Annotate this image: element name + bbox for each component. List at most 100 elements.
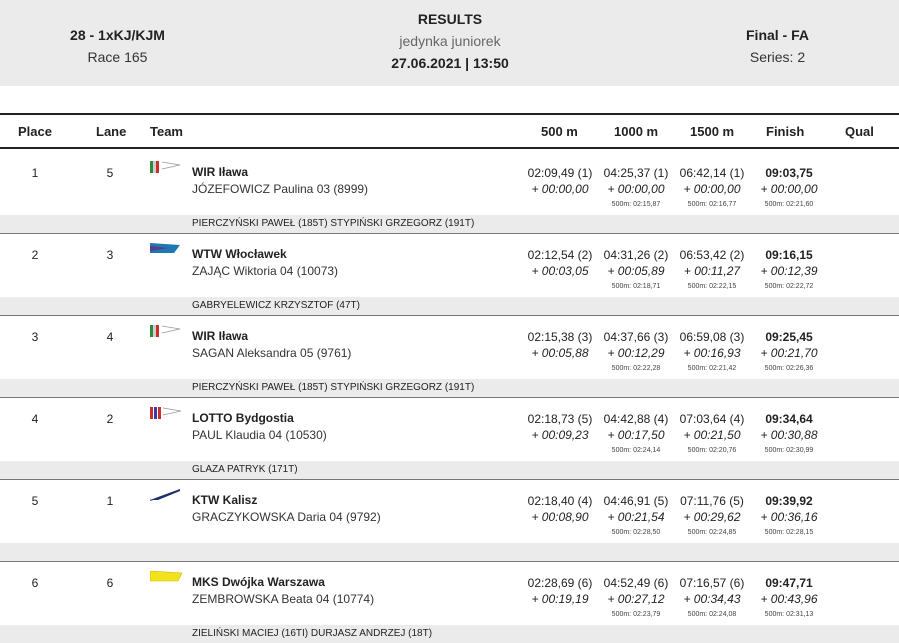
split-pace: 500m: 02:22,28 (611, 365, 661, 372)
split-500m: 02:18,73 (5) + 00:09,23 (521, 396, 599, 443)
coach-row: ZIELIŃSKI MACIEJ (16TI) DURJASZ ANDRZEJ … (0, 625, 899, 643)
split-1500m: 06:53,42 (2) + 00:11,27 500m: 02:22,15 (673, 232, 751, 293)
results-title-block: RESULTS jedynka juniorek 27.06.2021 | 13… (330, 8, 570, 74)
club-flag-icon (150, 488, 184, 501)
club-flag-icon (150, 160, 184, 173)
split-diff: + 00:21,50 (683, 428, 741, 442)
split-1500m: 07:03,64 (4) + 00:21,50 500m: 02:20,76 (673, 396, 751, 457)
split-diff: + 00:30,88 (760, 428, 818, 442)
coach-row: GLAZA PATRYK (171T) (0, 461, 899, 479)
split-time: 02:12,54 (2) (527, 248, 593, 262)
split-time: 09:39,92 (765, 494, 813, 508)
split-finish: 09:39,92 + 00:36,16 500m: 02:28,15 (750, 478, 828, 539)
split-time: 02:09,49 (1) (527, 166, 593, 180)
split-finish: 09:03,75 + 00:00,00 500m: 02:21,60 (750, 150, 828, 211)
lane-value: 5 (106, 166, 114, 180)
team-name: LOTTO Bydgostia (192, 411, 294, 425)
split-500m: 02:15,38 (3) + 00:05,88 (521, 314, 599, 361)
split-1500m: 06:42,14 (1) + 00:00,00 500m: 02:16,77 (673, 150, 751, 211)
team-name: MKS Dwójka Warszawa (192, 575, 325, 589)
split-time: 09:03,75 (765, 166, 813, 180)
split-pace: 500m: 02:23,79 (611, 611, 661, 618)
coach-names: GABRYELEWICZ KRZYSZTOF (47T) (192, 300, 360, 311)
coach-row: PIERCZYŃSKI PAWEŁ (185T) STYPIŃSKI GRZEG… (0, 379, 899, 397)
split-1500m: 07:16,57 (6) + 00:34,43 500m: 02:24,08 (673, 560, 751, 621)
split-diff: + 00:00,00 (683, 182, 741, 196)
place-value: 5 (31, 494, 39, 508)
split-diff: + 00:08,90 (531, 510, 589, 524)
split-500m: 02:12,54 (2) + 00:03,05 (521, 232, 599, 279)
col-1500m: 1500 m (690, 124, 735, 139)
col-lane: Lane (96, 124, 127, 139)
split-pace: 500m: 02:30,99 (764, 447, 814, 454)
page-title: RESULTS (417, 11, 483, 27)
place-value: 3 (31, 330, 39, 344)
col-finish: Finish (766, 124, 805, 139)
split-pace: 500m: 02:24,08 (687, 611, 737, 618)
split-diff: + 00:12,29 (607, 346, 665, 360)
split-time: 02:18,73 (5) (527, 412, 593, 426)
col-500m: 500 m (541, 124, 578, 139)
header-bottom-rule (0, 147, 899, 149)
split-diff: + 00:00,00 (760, 182, 818, 196)
race-code: 28 - 1xKJ/KJM (70, 27, 165, 43)
coach-names: ZIELIŃSKI MACIEJ (16TI) DURJASZ ANDRZEJ … (192, 628, 433, 639)
split-1000m: 04:46,91 (5) + 00:21,54 500m: 02:28,50 (597, 478, 675, 539)
split-time: 04:37,66 (3) (603, 330, 669, 344)
event-name: jedynka juniorek (399, 33, 501, 49)
split-finish: 09:25,45 + 00:21,70 500m: 02:26,36 (750, 314, 828, 375)
team-name: WIR Iława (192, 329, 249, 343)
split-diff: + 00:00,00 (607, 182, 665, 196)
split-time: 06:59,08 (3) (679, 330, 745, 344)
results-header: 28 - 1xKJ/KJM Race 165 RESULTS jedynka j… (0, 0, 899, 86)
athlete-name: ZEMBROWSKA Beata 04 (10774) (192, 592, 375, 606)
split-pace: 500m: 02:15,87 (611, 201, 661, 208)
split-time: 07:16,57 (6) (679, 576, 745, 590)
split-diff: + 00:11,27 (683, 264, 741, 278)
race-series: Series: 2 (749, 49, 806, 65)
split-pace: 500m: 02:28,50 (611, 529, 661, 536)
coach-row (0, 543, 899, 561)
athlete-name: JÓZEFOWICZ Paulina 03 (8999) (192, 182, 369, 196)
split-time: 07:03,64 (4) (679, 412, 745, 426)
race-number: Race 165 (87, 49, 148, 65)
column-header-row: Place Lane Team 500 m 1000 m 1500 m Fini… (0, 115, 899, 147)
club-flag-icon (150, 406, 184, 419)
split-time: 06:42,14 (1) (679, 166, 745, 180)
split-diff: + 00:21,70 (760, 346, 818, 360)
coach-names: PIERCZYŃSKI PAWEŁ (185T) STYPIŃSKI GRZEG… (192, 218, 475, 229)
team-name: KTW Kalisz (192, 493, 258, 507)
split-time: 04:25,37 (1) (603, 166, 669, 180)
col-qual: Qual (845, 124, 874, 139)
split-pace: 500m: 02:22,15 (687, 283, 737, 290)
split-time: 02:28,69 (6) (527, 576, 593, 590)
split-time: 09:16,15 (765, 248, 813, 262)
split-500m: 02:18,40 (4) + 00:08,90 (521, 478, 599, 525)
split-finish: 09:47,71 + 00:43,96 500m: 02:31,13 (750, 560, 828, 621)
split-pace: 500m: 02:21,42 (687, 365, 737, 372)
lane-value: 2 (106, 412, 114, 426)
phase-info: Final - FA Series: 2 (715, 24, 840, 68)
split-pace: 500m: 02:31,13 (764, 611, 814, 618)
athlete-name: SAGAN Aleksandra 05 (9761) (192, 346, 352, 360)
coach-row: GABRYELEWICZ KRZYSZTOF (47T) (0, 297, 899, 315)
split-pace: 500m: 02:16,77 (687, 201, 737, 208)
team-name: WTW Włocławek (192, 247, 287, 261)
club-flag-icon (150, 324, 184, 337)
coach-names: GLAZA PATRYK (171T) (192, 464, 298, 475)
lane-value: 6 (106, 576, 114, 590)
split-pace: 500m: 02:24,85 (687, 529, 737, 536)
place-value: 2 (31, 248, 39, 262)
split-1000m: 04:31,26 (2) + 00:05,89 500m: 02:18,71 (597, 232, 675, 293)
split-1000m: 04:52,49 (6) + 00:27,12 500m: 02:23,79 (597, 560, 675, 621)
col-place: Place (18, 124, 52, 139)
split-diff: + 00:27,12 (607, 592, 665, 606)
split-diff: + 00:19,19 (531, 592, 589, 606)
split-diff: + 00:34,43 (683, 592, 741, 606)
split-time: 09:34,64 (765, 412, 813, 426)
col-team: Team (150, 124, 183, 139)
place-value: 6 (31, 576, 39, 590)
club-flag-icon (149, 570, 184, 582)
lane-value: 4 (106, 330, 114, 344)
split-pace: 500m: 02:18,71 (611, 283, 661, 290)
